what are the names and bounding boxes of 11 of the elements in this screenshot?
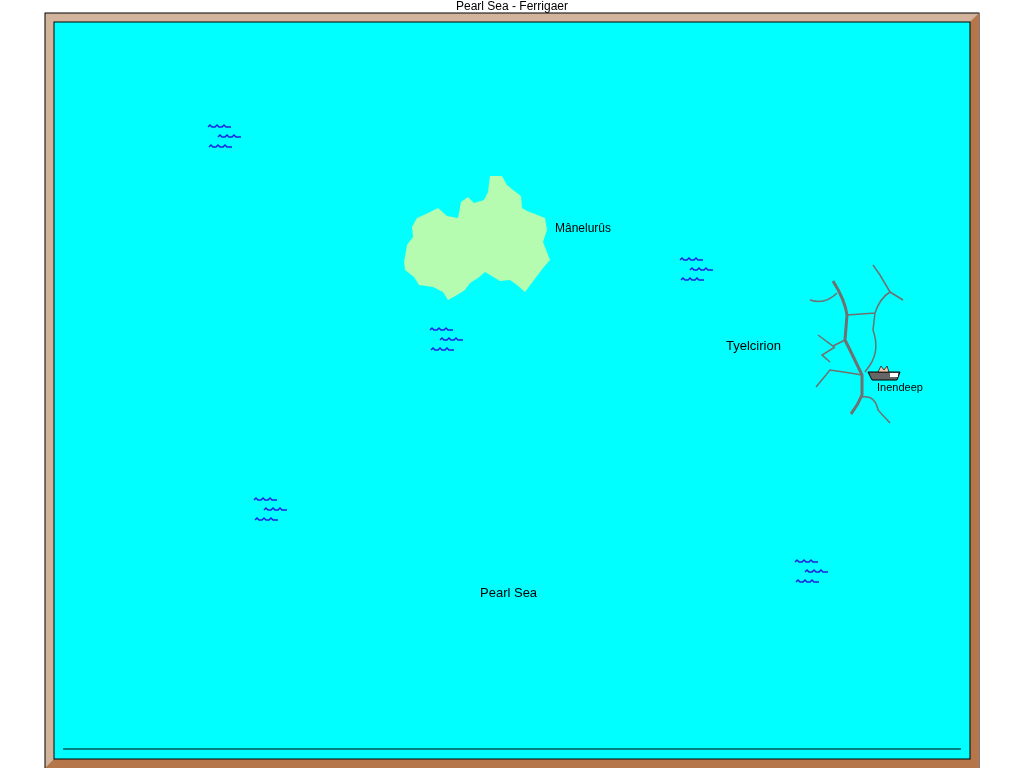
island-label: Mânelurûs [555,221,612,235]
wave-icon [794,558,829,583]
region-label: Tyelcirion [726,338,781,353]
wave-icon [679,256,714,281]
ship-icon [867,365,901,381]
wave-icon [207,123,242,148]
town-label: Inendeep [877,381,923,394]
sea-label: Pearl Sea [480,585,538,600]
wave-icon [253,496,288,521]
window-title: Pearl Sea - Ferrigaer [454,0,569,13]
wave-icon [429,326,464,351]
